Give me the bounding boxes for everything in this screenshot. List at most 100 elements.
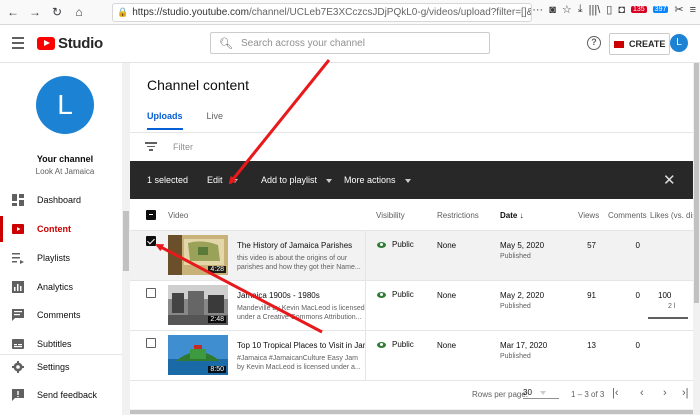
sidebar-item-label: Settings [37, 362, 70, 372]
your-channel-label: Your channel [36, 154, 94, 164]
visibility-dropdown[interactable]: Public [377, 240, 414, 249]
reload-icon[interactable]: ↻ [48, 3, 66, 21]
sort-arrow-icon: ↓ [519, 211, 524, 220]
create-label: CREATE [629, 39, 666, 49]
filter-bar[interactable]: Filter [130, 133, 700, 160]
sidebar-item-playlists[interactable]: Playlists [0, 245, 122, 271]
visibility-dropdown[interactable]: Public [377, 290, 414, 299]
vertical-scrollbar[interactable] [693, 63, 700, 415]
scrollbar-thumb[interactable] [694, 63, 699, 303]
comments-value: 0 [635, 341, 640, 350]
scrollbar-thumb[interactable] [130, 410, 693, 414]
video-title[interactable]: Jamaica 1900s - 1980s [237, 291, 365, 300]
sidebar-item-label: Comments [37, 310, 81, 320]
bookmark-star-icon[interactable]: ☆ [562, 3, 572, 16]
url-host: https://studio.youtube.com [132, 7, 249, 18]
video-title[interactable]: The History of Jamaica Parishes [237, 241, 365, 250]
browser-toolbar-right: ··· ◙ ☆ ⤓ |||\ ▯ ◘ 135 397 ✂ ≡ [532, 3, 696, 16]
hamburger-menu-icon[interactable] [12, 37, 24, 52]
eye-icon [377, 291, 386, 298]
home-icon[interactable]: ⌂ [70, 3, 88, 21]
add-to-playlist-dropdown[interactable]: Add to playlist [261, 175, 333, 185]
tools-icon[interactable]: ✂ [674, 3, 683, 16]
video-duration: 8:50 [208, 366, 226, 373]
table-row[interactable]: 2:48 Jamaica 1900s - 1980s Mandeville by… [130, 281, 693, 331]
sidebar-item-label: Subtitles [37, 339, 72, 349]
row-checkbox[interactable] [146, 236, 156, 246]
sidebar-item-analytics[interactable]: Analytics [0, 274, 122, 300]
channel-avatar[interactable]: L [36, 76, 94, 134]
search-icon: 🔍︎ [219, 37, 233, 50]
video-thumbnail[interactable]: 8:50 [168, 335, 228, 375]
tab-live[interactable]: Live [207, 111, 224, 130]
chevron-down-icon [540, 390, 547, 395]
video-thumbnail[interactable]: 4:28 [168, 235, 228, 275]
first-page-icon[interactable]: |‹ [612, 387, 619, 399]
previous-page-icon[interactable]: ‹ [640, 387, 644, 399]
sidebar-icon[interactable]: ▯ [606, 3, 612, 16]
sidebar: L Your channel Look At Jamaica Dashboard… [0, 63, 130, 415]
status-value: Published [500, 353, 531, 360]
video-thumbnail[interactable]: 2:48 [168, 285, 228, 325]
sidebar-scrollbar[interactable] [122, 63, 130, 415]
column-date[interactable]: Date ↓ [500, 211, 524, 220]
views-value: 57 [587, 241, 596, 250]
channel-name: Look At Jamaica [35, 167, 95, 176]
create-button[interactable]: CREATE [609, 33, 671, 55]
likes-value: 100 [658, 291, 672, 300]
more-actions-dropdown[interactable]: More actions [344, 175, 411, 185]
sidebar-item-settings[interactable]: Settings [0, 354, 122, 380]
row-checkbox[interactable] [146, 288, 156, 298]
visibility-dropdown[interactable]: Public [377, 340, 414, 349]
extension-badge[interactable]: 397 [652, 6, 669, 13]
chevron-down-icon [404, 178, 411, 183]
page-actions-icon[interactable]: ··· [532, 4, 543, 16]
date-value: Mar 17, 2020 [500, 341, 548, 350]
search-input[interactable]: 🔍︎ Search across your channel [210, 32, 490, 54]
restrictions-value: None [437, 241, 457, 250]
extension-icon[interactable]: ◘ [618, 4, 625, 16]
address-bar[interactable]: 🔒 https://studio.youtube.com/channel/UCL… [112, 3, 532, 22]
selected-count: 1 selected [147, 175, 189, 185]
forward-icon[interactable]: → [26, 3, 44, 21]
tab-uploads[interactable]: Uploads [147, 111, 183, 130]
likes-count: 2 l [668, 303, 676, 310]
menu-icon[interactable]: ≡ [690, 4, 696, 16]
account-avatar[interactable]: L [670, 34, 688, 52]
select-all-checkbox[interactable] [146, 210, 156, 220]
scrollbar-thumb[interactable] [123, 211, 129, 271]
edit-dropdown[interactable]: Edit [207, 175, 238, 185]
sidebar-item-content[interactable]: Content [0, 216, 122, 242]
chevron-down-icon [231, 178, 238, 183]
date-value: May 2, 2020 [500, 291, 545, 300]
rows-per-page-select[interactable]: 30 [523, 388, 559, 399]
library-icon[interactable]: |||\ [589, 4, 601, 16]
column-date-label: Date [500, 211, 518, 220]
sidebar-item-comments[interactable]: Comments [0, 302, 122, 328]
pocket-icon[interactable]: ◙ [549, 4, 556, 16]
downloads-icon[interactable]: ⤓ [578, 3, 583, 16]
edit-label: Edit [207, 175, 223, 185]
last-page-icon[interactable]: ›| [682, 387, 689, 399]
filter-placeholder: Filter [173, 141, 193, 152]
close-icon[interactable]: ✕ [663, 171, 676, 189]
youtube-studio-logo[interactable]: Studio [37, 35, 103, 52]
feedback-icon [12, 389, 24, 401]
table-row[interactable]: 8:50 Top 10 Tropical Places to Visit in … [130, 331, 693, 381]
views-value: 13 [587, 341, 596, 350]
row-checkbox[interactable] [146, 338, 156, 348]
help-icon[interactable]: ? [587, 36, 601, 50]
next-page-icon[interactable]: › [663, 387, 667, 399]
back-icon[interactable]: ← [4, 3, 22, 21]
more-actions-label: More actions [344, 175, 396, 185]
browser-toolbar: ← → ↻ ⌂ 🔒 https://studio.youtube.com/cha… [0, 0, 700, 25]
sidebar-item-dashboard[interactable]: Dashboard [0, 187, 122, 213]
column-divider [365, 331, 366, 381]
status-value: Published [500, 303, 531, 310]
sidebar-item-send-feedback[interactable]: Send feedback [0, 382, 122, 408]
filter-icon[interactable] [145, 140, 157, 153]
video-title[interactable]: Top 10 Tropical Places to Visit in Jam..… [237, 341, 365, 350]
extension-badge[interactable]: 135 [630, 6, 647, 13]
table-row[interactable]: 4:28 The History of Jamaica Parishes thi… [130, 231, 693, 281]
horizontal-scrollbar[interactable] [130, 409, 693, 415]
